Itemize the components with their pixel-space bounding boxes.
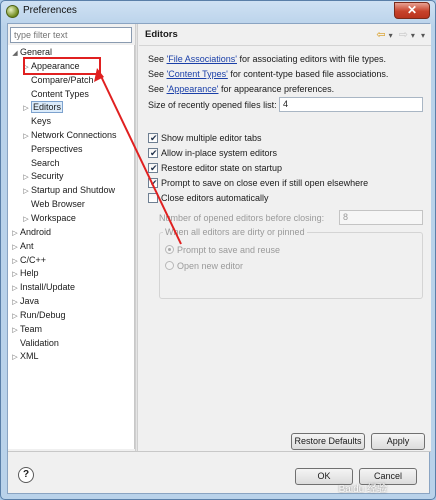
back-dropdown-icon[interactable]: ▾ xyxy=(389,31,393,40)
dialog-body: ◢General ▷Appearance Compare/Patch Conte… xyxy=(7,23,431,495)
tree-item-xml[interactable]: ▷ XML xyxy=(10,350,38,363)
tree-item-run-debug[interactable]: ▷ Run/Debug xyxy=(10,309,65,322)
window-title: Preferences xyxy=(23,5,77,16)
close-button[interactable]: ✕ xyxy=(394,2,430,19)
opened-editors-limit-label: Number of opened editors before closing: xyxy=(159,213,325,223)
opened-editors-limit-field[interactable]: 8 xyxy=(339,210,423,225)
tree-item-content-types[interactable]: Content Types xyxy=(31,88,89,101)
forward-arrow-icon[interactable]: ⇨ xyxy=(399,28,408,41)
apply-button[interactable]: Apply xyxy=(371,433,425,450)
collapsed-triangle-icon: ▷ xyxy=(12,271,18,278)
preference-tree[interactable]: ◢ General ▷ Appearance Compare/Patch Conte… xyxy=(8,45,135,449)
checkbox-checked-icon xyxy=(148,147,158,159)
tree-item-ccpp[interactable]: ▷ C/C++ xyxy=(10,254,46,267)
close-editors-automatically-checkbox[interactable]: Close editors automatically xyxy=(148,192,269,204)
tree-item-editors[interactable]: ▷ Editors xyxy=(21,101,64,114)
restore-editor-state-checkbox[interactable]: Restore editor state on startup xyxy=(148,162,282,174)
collapsed-triangle-icon: ▷ xyxy=(12,299,18,306)
tree-item-network[interactable]: ▷ Network Connections xyxy=(21,129,116,142)
editors-page: Editors ⇦ ▾ ⇨ ▾ ▾ See 'File Associations' … xyxy=(139,24,431,451)
prompt-save-on-close-checkbox[interactable]: Prompt to save on close even if still op… xyxy=(148,177,368,189)
collapsed-triangle-icon: ▷ xyxy=(23,133,29,140)
left-pane: ◢General ▷Appearance Compare/Patch Conte… xyxy=(8,24,135,451)
tree-item-compare-patch[interactable]: Compare/Patch xyxy=(31,74,94,87)
radio-selected-icon xyxy=(165,245,174,254)
open-new-editor-radio[interactable]: Open new editor xyxy=(165,261,243,271)
collapsed-triangle-icon: ▷ xyxy=(23,174,29,181)
appearance-link[interactable]: 'Appearance' xyxy=(167,84,219,94)
tree-item-security[interactable]: ▷ Security xyxy=(21,170,63,183)
history-nav: ⇦ ▾ ⇨ ▾ ▾ xyxy=(373,28,425,41)
tree-item-ant[interactable]: ▷ Ant xyxy=(10,240,33,253)
tree-item-install-update[interactable]: ▷ Install/Update xyxy=(10,281,75,294)
tree-item-android[interactable]: ▷ Android xyxy=(10,226,51,239)
recent-files-size-field[interactable]: 4 xyxy=(279,97,423,112)
eclipse-icon xyxy=(6,5,19,18)
tree-item-validation[interactable]: Validation xyxy=(20,337,59,350)
annotation-highlight-box xyxy=(23,57,101,75)
collapsed-triangle-icon: ▷ xyxy=(12,285,18,292)
dirty-editors-group-title: When all editors are dirty or pinned xyxy=(163,227,307,237)
checkbox-checked-icon xyxy=(148,162,158,174)
prompt-save-reuse-radio[interactable]: Prompt to save and reuse xyxy=(165,245,280,255)
radio-unselected-icon xyxy=(165,261,174,270)
tree-item-java[interactable]: ▷ Java xyxy=(10,295,39,308)
allow-inplace-editors-checkbox[interactable]: Allow in-place system editors xyxy=(148,147,277,159)
appearance-line: See 'Appearance' for appearance preferen… xyxy=(148,84,335,94)
tree-item-keys[interactable]: Keys xyxy=(31,115,51,128)
tree-item-team[interactable]: ▷ Team xyxy=(10,323,42,336)
collapsed-triangle-icon: ▷ xyxy=(12,230,18,237)
show-multiple-tabs-checkbox[interactable]: Show multiple editor tabs xyxy=(148,132,262,144)
tree-item-search[interactable]: Search xyxy=(31,157,60,170)
collapsed-triangle-icon: ▷ xyxy=(23,105,29,112)
page-title: Editors xyxy=(145,29,178,40)
checkbox-checked-icon xyxy=(148,177,158,189)
content-types-line: See 'Content Types' for content-type bas… xyxy=(148,69,389,79)
content-types-link[interactable]: 'Content Types' xyxy=(167,69,228,79)
collapsed-triangle-icon: ▷ xyxy=(12,244,18,251)
tree-item-perspectives[interactable]: Perspectives xyxy=(31,143,83,156)
collapsed-triangle-icon: ▷ xyxy=(12,327,18,334)
filter-input[interactable] xyxy=(10,27,132,43)
pane-splitter[interactable] xyxy=(135,24,138,451)
file-associations-link[interactable]: 'File Associations' xyxy=(167,54,237,64)
forward-dropdown-icon[interactable]: ▾ xyxy=(411,31,415,40)
expanded-triangle-icon: ◢ xyxy=(12,50,18,57)
tree-item-help[interactable]: ▷ Help xyxy=(10,267,38,280)
tree-item-web-browser[interactable]: Web Browser xyxy=(31,198,85,211)
collapsed-triangle-icon: ▷ xyxy=(23,216,29,223)
tree-item-startup[interactable]: ▷ Startup and Shutdow xyxy=(21,184,115,197)
collapsed-triangle-icon: ▷ xyxy=(12,313,18,320)
preferences-window: Preferences ✕ ◢General ▷Appearance Compa… xyxy=(0,0,436,500)
footer-separator xyxy=(8,451,431,452)
baidu-watermark: Baidu 经验 xyxy=(338,484,387,495)
file-associations-line: See 'File Associations' for associating … xyxy=(148,54,387,64)
checkbox-checked-icon xyxy=(148,132,158,144)
tree-item-workspace[interactable]: ▷ Workspace xyxy=(21,212,76,225)
checkbox-unchecked-icon xyxy=(148,193,158,203)
help-button[interactable]: ? xyxy=(18,467,34,483)
back-arrow-icon[interactable]: ⇦ xyxy=(376,28,385,41)
view-menu-icon[interactable]: ▾ xyxy=(421,31,425,40)
title-bar[interactable]: Preferences ✕ xyxy=(1,1,435,23)
collapsed-triangle-icon: ▷ xyxy=(23,188,29,195)
page-header: Editors ⇦ ▾ ⇨ ▾ ▾ xyxy=(139,24,431,46)
recent-files-label: Size of recently opened files list: xyxy=(148,100,277,110)
collapsed-triangle-icon: ▷ xyxy=(12,354,18,361)
restore-defaults-button[interactable]: Restore Defaults xyxy=(291,433,365,450)
